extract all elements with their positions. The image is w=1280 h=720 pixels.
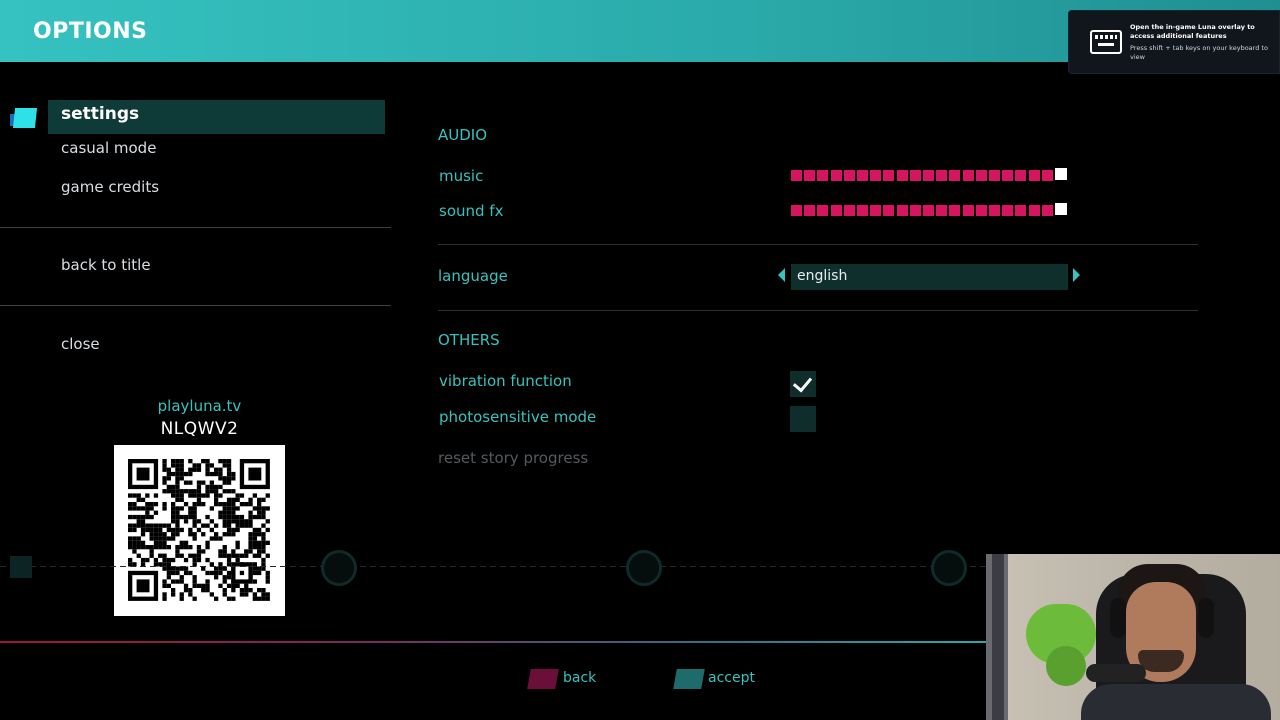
slider-segment [896, 170, 908, 181]
slider-segment [909, 170, 921, 181]
sound-fx-slider[interactable] [791, 203, 1067, 217]
slider-segment [883, 170, 895, 181]
slider-segment [1015, 205, 1027, 216]
slider-segment [1015, 170, 1027, 181]
page-title: OPTIONS [33, 19, 148, 44]
slider-segment [1002, 205, 1014, 216]
luna-code: NLQWV2 [160, 419, 239, 439]
menu-divider [0, 305, 391, 306]
section-divider [438, 310, 1198, 311]
language-prev-icon[interactable] [778, 268, 785, 282]
slider-segment [1002, 170, 1014, 181]
slider-segment [791, 170, 802, 181]
slider-segment [896, 205, 908, 216]
slider-segment [857, 170, 868, 181]
slider-segment [1041, 205, 1053, 216]
luna-url: playluna.tv [157, 397, 242, 415]
slider-segment [791, 205, 802, 216]
slider-segment [883, 205, 895, 216]
section-divider [438, 244, 1198, 245]
photosensitive-label: photosensitive mode [439, 408, 597, 426]
progress-track [0, 566, 986, 567]
slider-segment [949, 205, 961, 216]
slider-segment [830, 205, 842, 216]
menu-item-settings[interactable]: settings [61, 104, 139, 124]
menu-item-game-credits[interactable]: game credits [61, 178, 159, 196]
qr-code [114, 445, 285, 616]
slider-segment [1028, 205, 1040, 216]
menu-divider [0, 227, 391, 228]
slider-segment [962, 170, 974, 181]
photosensitive-checkbox[interactable] [790, 406, 816, 432]
slider-segment [949, 170, 961, 181]
slider-segment [843, 170, 855, 181]
reset-story-progress[interactable]: reset story progress [438, 449, 588, 467]
back-button-label[interactable]: back [563, 670, 596, 686]
slider-segment [1041, 170, 1053, 181]
music-slider[interactable] [791, 168, 1067, 182]
slider-segment [962, 205, 974, 216]
track-node-icon [626, 550, 662, 586]
slider-segment [936, 205, 948, 216]
tip-body: Press shift + tab keys on your keyboard … [1130, 44, 1268, 61]
accept-button-label[interactable]: accept [708, 670, 755, 686]
music-label: music [439, 167, 484, 185]
slider-knob[interactable] [1055, 203, 1067, 215]
slider-segment [870, 170, 882, 181]
slider-segment [923, 170, 934, 181]
slider-segment [989, 170, 1000, 181]
slider-segment [804, 170, 816, 181]
slider-segment [923, 205, 934, 216]
section-title-others: OTHERS [438, 331, 500, 349]
slider-segment [817, 205, 829, 216]
checkmark-icon [792, 372, 813, 393]
language-value: english [797, 268, 848, 284]
slider-knob[interactable] [1055, 168, 1067, 180]
menu-item-casual-mode[interactable]: casual mode [61, 139, 156, 157]
slider-segment [857, 205, 868, 216]
vibration-label: vibration function [439, 372, 572, 390]
slider-segment [909, 205, 921, 216]
slider-segment [817, 170, 829, 181]
slider-segment [870, 205, 882, 216]
slider-segment [975, 170, 987, 181]
accept-button-icon[interactable] [673, 669, 705, 689]
selection-marker-icon [10, 106, 38, 128]
slider-segment [843, 205, 855, 216]
slider-segment [975, 205, 987, 216]
track-node-icon [931, 550, 967, 586]
language-label: language [438, 267, 508, 285]
luna-overlay-tip: Open the in-game Luna overlay to access … [1068, 10, 1280, 74]
slider-segment [804, 205, 816, 216]
slider-segment [1028, 170, 1040, 181]
menu-item-close[interactable]: close [61, 335, 100, 353]
vibration-checkbox[interactable] [790, 371, 816, 397]
sound-fx-label: sound fx [439, 202, 504, 220]
slider-segment [830, 170, 842, 181]
menu-item-back-to-title[interactable]: back to title [61, 256, 151, 274]
language-next-icon[interactable] [1073, 268, 1080, 282]
tip-title: Open the in-game Luna overlay to access … [1130, 23, 1255, 40]
footer-gradient-line [0, 641, 986, 643]
keyboard-icon [1090, 30, 1122, 54]
track-square-icon [10, 556, 32, 578]
back-button-icon[interactable] [527, 669, 559, 689]
slider-segment [989, 205, 1000, 216]
section-title-audio: AUDIO [438, 126, 488, 144]
slider-segment [936, 170, 948, 181]
track-node-icon [321, 550, 357, 586]
webcam-overlay [986, 554, 1280, 720]
